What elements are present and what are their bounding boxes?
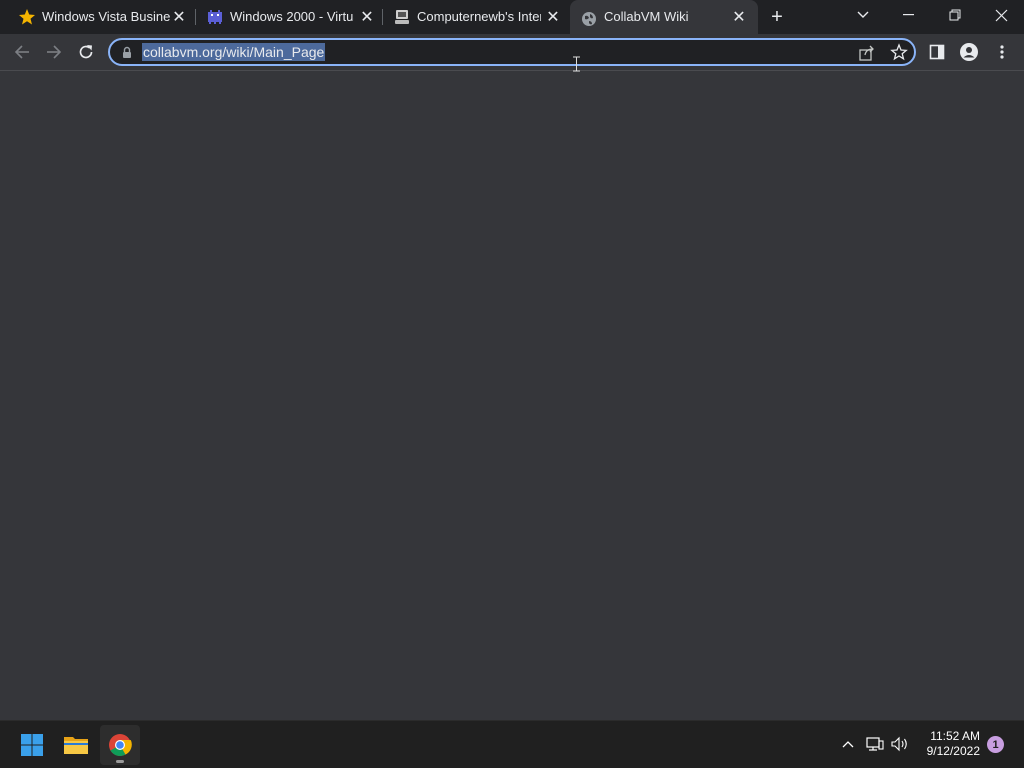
running-indicator	[116, 760, 124, 763]
back-icon[interactable]	[8, 38, 36, 66]
computer-icon	[393, 8, 411, 26]
tab-close-icon[interactable]: ✕	[730, 8, 748, 26]
network-icon[interactable]	[865, 733, 885, 755]
file-explorer-button[interactable]	[56, 725, 96, 765]
side-panel-icon[interactable]	[927, 42, 947, 62]
new-tab-button[interactable]: +	[766, 6, 788, 28]
tab-close-icon[interactable]: ✕	[544, 8, 562, 26]
windows-taskbar	[0, 720, 1024, 768]
tab-close-icon[interactable]: ✕	[170, 8, 188, 26]
tab-search-chevron-icon[interactable]	[840, 0, 886, 30]
kebab-menu-icon[interactable]	[992, 42, 1012, 62]
tab-title: Windows Vista Business	[42, 9, 170, 24]
globe-icon	[580, 10, 598, 28]
tab-windows-vista[interactable]: Windows Vista Business ✕	[8, 0, 194, 34]
tab-windows-2000[interactable]: Windows 2000 - Virtual ✕	[196, 0, 382, 34]
text-cursor-icon	[572, 56, 581, 72]
tab-strip: Windows Vista Business ✕ Windows 2000 - …	[0, 0, 1024, 34]
restore-icon[interactable]	[932, 0, 978, 30]
share-icon[interactable]	[858, 44, 876, 62]
address-bar[interactable]: collabvm.org/wiki/Main_Page	[108, 38, 916, 66]
windows-logo-icon	[21, 734, 43, 756]
chrome-icon	[109, 734, 132, 756]
taskbar-clock[interactable]: 11:52 AM 9/12/2022	[918, 729, 980, 759]
clock-time: 11:52 AM	[930, 729, 980, 743]
tab-collabvm-wiki[interactable]: CollabVM Wiki ✕	[570, 0, 758, 34]
star-icon	[18, 8, 36, 26]
bookmark-star-icon[interactable]	[890, 43, 908, 61]
close-window-icon[interactable]	[978, 0, 1024, 30]
lock-icon[interactable]	[121, 46, 133, 59]
reload-icon[interactable]	[72, 38, 100, 66]
folder-icon	[64, 737, 88, 754]
forward-icon[interactable]	[40, 38, 68, 66]
minimize-icon[interactable]	[886, 0, 932, 30]
tab-close-icon[interactable]: ✕	[358, 8, 376, 26]
start-button[interactable]	[12, 725, 52, 765]
profile-icon[interactable]	[959, 42, 979, 62]
tab-title: CollabVM Wiki	[604, 9, 689, 24]
tab-title: Computernewb's Intern	[417, 9, 541, 24]
tab-title: Windows 2000 - Virtual	[230, 9, 354, 24]
address-url-text[interactable]: collabvm.org/wiki/Main_Page	[142, 43, 326, 61]
page-viewport[interactable]	[0, 71, 1024, 720]
show-hidden-icons-chevron-icon[interactable]	[838, 733, 858, 755]
clock-date: 9/12/2022	[926, 744, 980, 758]
chrome-taskbar-button[interactable]	[100, 725, 140, 765]
notification-badge[interactable]: 1	[987, 736, 1004, 753]
volume-icon[interactable]	[890, 733, 910, 755]
pixel-monster-icon	[206, 8, 224, 26]
tab-computernewb[interactable]: Computernewb's Intern ✕	[383, 0, 569, 34]
